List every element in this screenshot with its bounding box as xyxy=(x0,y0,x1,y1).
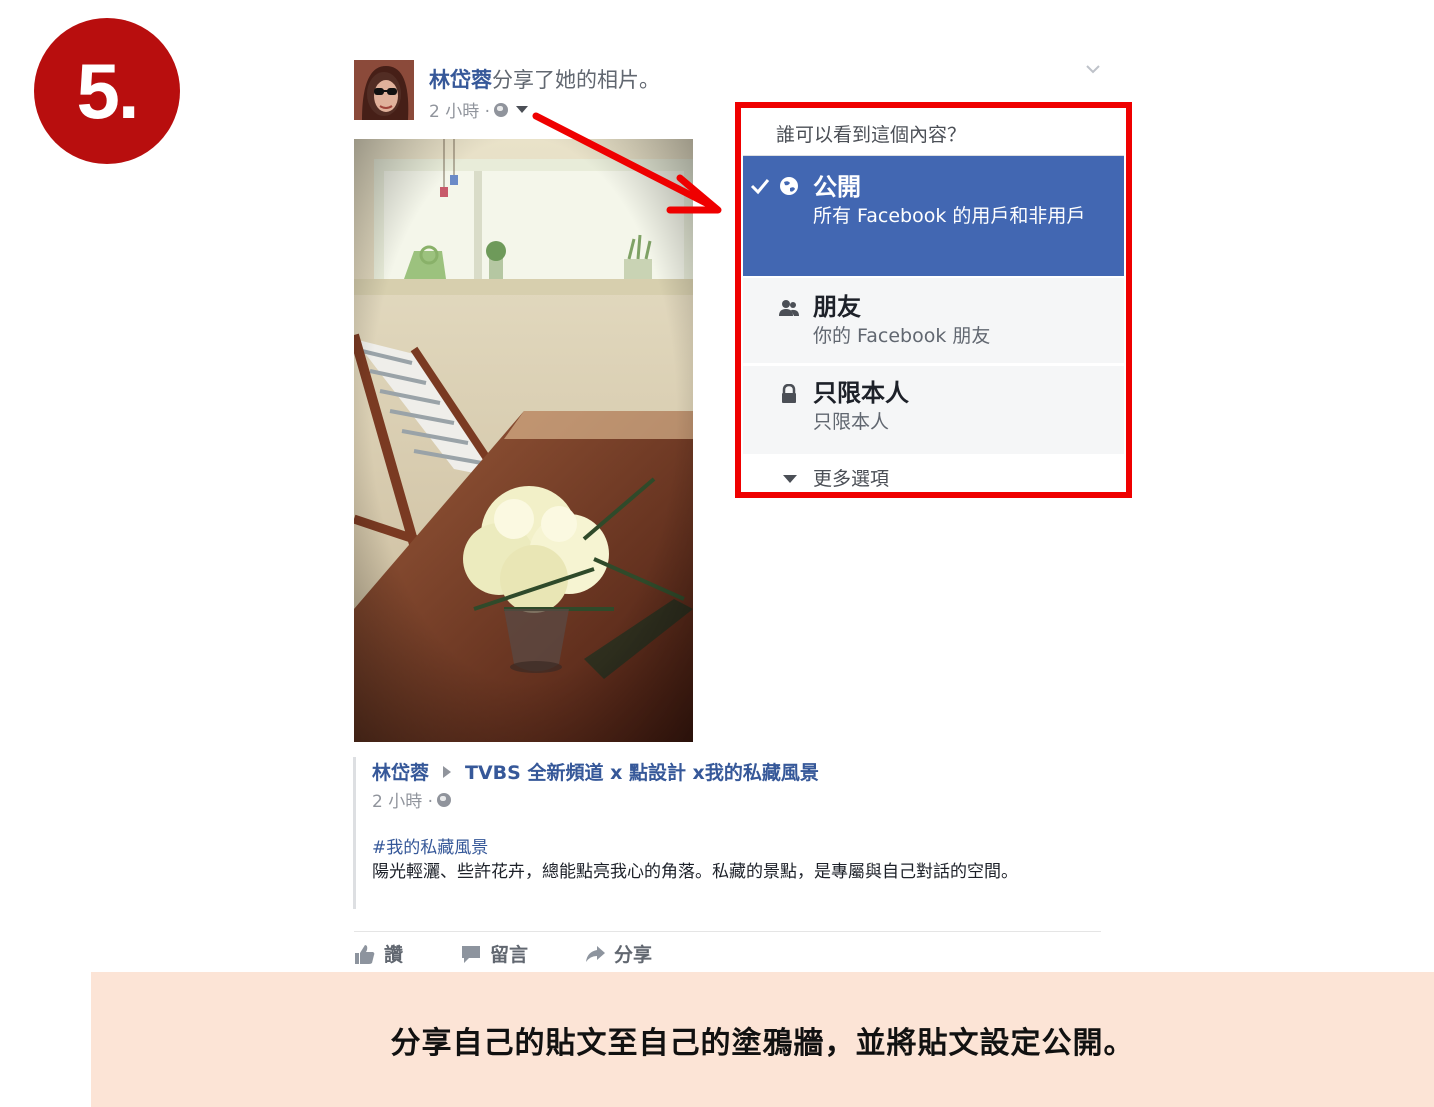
share-label: 分享 xyxy=(614,944,653,966)
like-button[interactable]: 讚 xyxy=(354,940,403,967)
chevron-down-icon[interactable] xyxy=(1085,62,1101,76)
divider xyxy=(354,931,1101,932)
caret-down-icon xyxy=(783,475,797,483)
more-options-label: 更多選項 xyxy=(813,468,890,490)
triangle-right-icon xyxy=(443,765,452,778)
hashtag-link[interactable]: #我的私藏風景 xyxy=(372,833,488,858)
privacy-option-description: 所有 Facebook 的用戶和非用戶 xyxy=(813,205,1086,227)
privacy-option-label: 公開 xyxy=(813,173,861,201)
comment-icon xyxy=(462,945,480,963)
privacy-dropdown: 誰可以看到這個內容？ 公開 所有 Facebook 的用戶和非用戶 朋友 你的 … xyxy=(743,110,1124,490)
audience-caret-icon[interactable] xyxy=(516,106,529,113)
shared-timestamp[interactable]: 2 小時 · xyxy=(372,787,433,812)
comment-button[interactable]: 留言 xyxy=(460,940,528,967)
avatar[interactable] xyxy=(354,60,414,120)
privacy-option-label: 只限本人 xyxy=(813,379,909,407)
privacy-option-only-me[interactable]: 只限本人 只限本人 xyxy=(743,366,1124,454)
like-label: 讚 xyxy=(384,944,404,966)
privacy-option-description: 你的 Facebook 朋友 xyxy=(813,325,991,347)
shared-post-meta: 2 小時 · xyxy=(372,787,452,812)
post-meta: 2 小時 · xyxy=(429,97,529,122)
privacy-dropdown-title: 誰可以看到這個內容？ xyxy=(743,110,1124,156)
globe-icon[interactable] xyxy=(494,102,509,117)
lock-icon xyxy=(782,384,796,403)
thumbs-up-icon xyxy=(355,944,375,964)
privacy-option-friends[interactable]: 朋友 你的 Facebook 朋友 xyxy=(743,278,1124,366)
post-action-text: 分享了她的相片。 xyxy=(492,68,660,92)
quote-bar xyxy=(353,757,356,909)
share-button[interactable]: 分享 xyxy=(584,940,652,967)
post-timestamp[interactable]: 2 小時 · xyxy=(429,97,490,122)
post-header-title: 林岱蓉分享了她的相片。 xyxy=(429,64,660,94)
globe-icon xyxy=(780,177,798,195)
shared-post-header: 林岱蓉 TVBS 全新頻道 x 點設計 x我的私藏風景 xyxy=(372,758,819,785)
comment-label: 留言 xyxy=(490,944,529,966)
step-number-badge: 5. xyxy=(34,18,180,164)
shared-target-link[interactable]: TVBS 全新頻道 x 點設計 x我的私藏風景 xyxy=(465,758,819,785)
shared-author-link[interactable]: 林岱蓉 xyxy=(372,758,429,785)
share-arrow-icon xyxy=(586,945,605,962)
post-body-text: 陽光輕灑、些許花卉，總能點亮我心的角落。私藏的景點，是專屬與自己對話的空間。 xyxy=(372,862,1018,882)
caption-banner: 分享自己的貼文至自己的塗鴉牆，並將貼文設定公開。 xyxy=(91,972,1434,1107)
post-author-link[interactable]: 林岱蓉 xyxy=(429,68,492,92)
post-photo[interactable] xyxy=(354,139,693,742)
annotation-arrow xyxy=(532,112,722,214)
globe-icon xyxy=(437,792,452,807)
privacy-option-label: 朋友 xyxy=(813,293,861,321)
more-options-button[interactable]: 更多選項 xyxy=(743,454,1124,490)
checkmark-icon xyxy=(750,179,770,195)
privacy-option-description: 只限本人 xyxy=(813,411,890,433)
friends-icon xyxy=(779,300,799,316)
privacy-option-public[interactable]: 公開 所有 Facebook 的用戶和非用戶 xyxy=(743,156,1124,276)
caption-text: 分享自己的貼文至自己的塗鴉牆，並將貼文設定公開。 xyxy=(390,1025,1135,1061)
